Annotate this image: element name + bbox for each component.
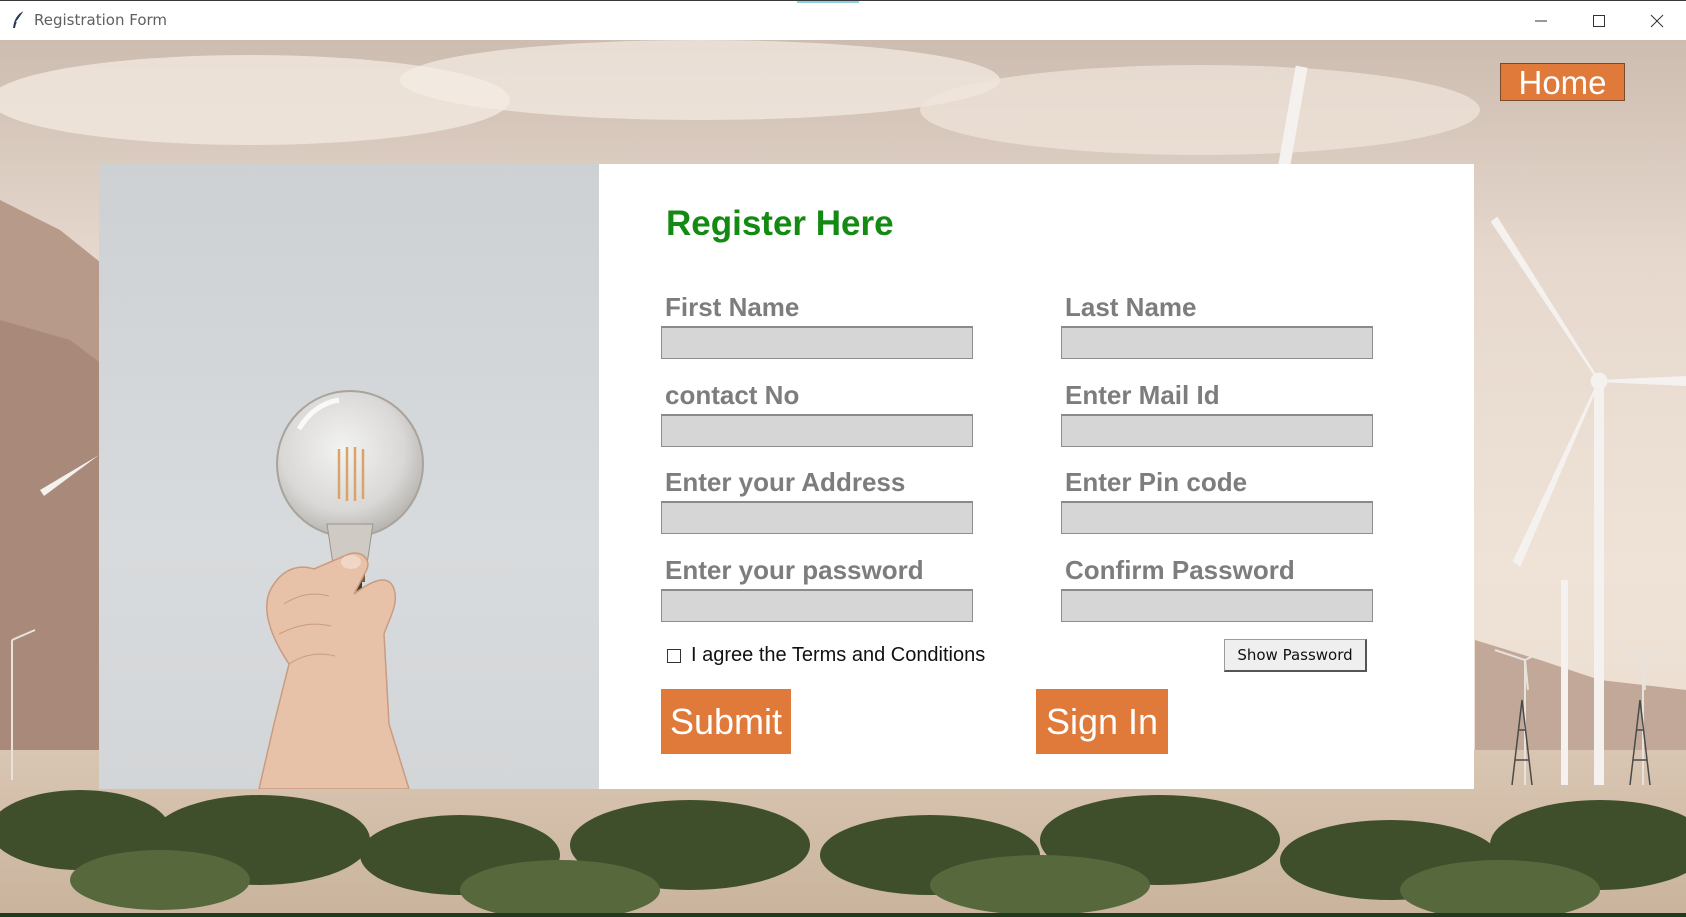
window-title: Registration Form	[34, 11, 168, 29]
titlebar-accent	[797, 1, 859, 3]
contact-no-input[interactable]	[661, 414, 973, 447]
lightbulb-photo	[99, 164, 599, 789]
minimize-icon	[1535, 20, 1547, 22]
contact-no-label: contact No	[665, 380, 800, 410]
terms-label[interactable]: I agree the Terms and Conditions	[691, 644, 985, 667]
home-button[interactable]: Home	[1500, 63, 1625, 101]
submit-button[interactable]: Submit	[661, 689, 791, 754]
terms-checkbox[interactable]	[667, 648, 681, 663]
close-icon	[1650, 14, 1664, 28]
password-label: Enter your password	[665, 555, 924, 585]
pin-code-label: Enter Pin code	[1065, 467, 1248, 497]
confirm-password-label: Confirm Password	[1065, 555, 1295, 585]
address-input[interactable]	[661, 501, 973, 534]
maximize-button[interactable]	[1570, 1, 1628, 41]
first-name-label: First Name	[665, 292, 800, 322]
password-input[interactable]	[661, 589, 973, 622]
pin-code-input[interactable]	[1061, 501, 1373, 534]
sign-in-button[interactable]: Sign In	[1036, 689, 1168, 754]
window-titlebar: Registration Form	[0, 0, 1686, 40]
close-button[interactable]	[1628, 1, 1686, 41]
taskbar-edge	[0, 913, 1686, 917]
confirm-password-input[interactable]	[1061, 589, 1373, 622]
first-name-input[interactable]	[661, 326, 973, 359]
form-panel: Register Here First Name Last Name conta…	[599, 164, 1474, 789]
form-title: Register Here	[666, 204, 894, 243]
maximize-icon	[1593, 15, 1605, 27]
mail-id-label: Enter Mail Id	[1065, 380, 1220, 410]
terms-row: I agree the Terms and Conditions	[667, 644, 985, 667]
last-name-label: Last Name	[1065, 292, 1197, 322]
last-name-input[interactable]	[1061, 326, 1373, 359]
minimize-button[interactable]	[1512, 1, 1570, 41]
registration-card: Register Here First Name Last Name conta…	[99, 164, 1474, 789]
feather-icon	[11, 10, 27, 30]
mail-id-input[interactable]	[1061, 414, 1373, 447]
show-password-button[interactable]: Show Password	[1224, 639, 1367, 672]
address-label: Enter your Address	[665, 467, 906, 497]
